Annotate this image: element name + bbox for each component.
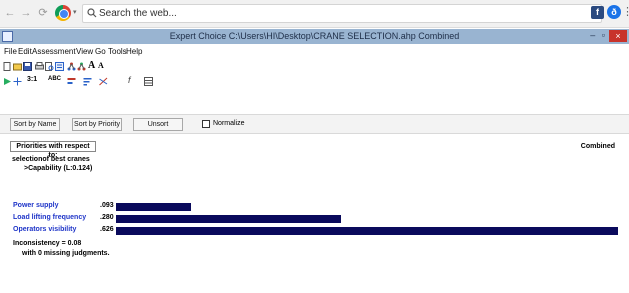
menu-assessment[interactable]: Assessment: [32, 47, 76, 56]
row-label: Load lifting frequency: [13, 214, 87, 221]
tree-icon[interactable]: [67, 62, 76, 71]
new-file-icon[interactable]: [3, 62, 12, 71]
close-button[interactable]: ×: [609, 30, 627, 42]
normalize-label: Normalize: [213, 120, 245, 127]
forward-icon[interactable]: →: [20, 7, 32, 19]
row-label: Power supply: [13, 202, 59, 209]
graphical-mode-icon[interactable]: [67, 77, 76, 86]
window-title-bar: Expert Choice C:\Users\HI\Desktop\CRANE …: [0, 29, 629, 44]
priority-bar: [116, 227, 618, 235]
search-icon: [87, 8, 97, 18]
print-preview-icon[interactable]: [45, 62, 54, 71]
flipboard-extension-icon[interactable]: f: [591, 6, 604, 19]
menu-bar: File Edit Assessment View Go Tools Help: [0, 45, 629, 58]
combined-label: Combined: [580, 143, 615, 150]
report-icon[interactable]: [55, 62, 64, 71]
address-bar[interactable]: Search the web...: [82, 4, 602, 23]
save-icon[interactable]: [23, 62, 32, 71]
move-icon[interactable]: [13, 77, 22, 86]
priorities-pane: Priorities with respect to: Combined sel…: [0, 134, 629, 293]
print-icon[interactable]: [35, 62, 44, 71]
window-title: Expert Choice C:\Users\HI\Desktop\CRANE …: [169, 31, 460, 41]
verbal-mode-icon[interactable]: ABC: [48, 76, 61, 85]
toolbar-views: 3:1 ABC f: [0, 75, 180, 89]
sort-by-priority-button[interactable]: Sort by Priority: [72, 118, 122, 131]
missing-judgments-label: with 0 missing judgments.: [22, 250, 110, 257]
minimize-maximize-buttons[interactable]: – ▫: [590, 30, 607, 40]
priority-bar: [116, 215, 341, 223]
browser-menu-icon[interactable]: ⋮: [622, 6, 629, 18]
grid-icon[interactable]: [144, 77, 153, 86]
open-folder-icon[interactable]: [13, 62, 22, 71]
hierarchy-icon[interactable]: [77, 62, 86, 71]
menu-edit[interactable]: Edit: [18, 47, 32, 56]
node-label: >Capability (L:0.124): [24, 165, 93, 172]
sensitivity-icon[interactable]: [99, 77, 108, 86]
row-label: Operators visibility: [13, 226, 77, 233]
goal-label: selectionof best cranes: [12, 156, 90, 163]
row-value: .626: [100, 226, 114, 233]
toolbar-standard: A A: [0, 60, 180, 74]
back-icon[interactable]: ←: [4, 7, 16, 19]
numerical-mode-icon[interactable]: 3:1: [27, 76, 39, 85]
priority-bar: [116, 203, 191, 211]
menu-go[interactable]: Go: [95, 47, 106, 56]
menu-view[interactable]: View: [76, 47, 93, 56]
search-placeholder: Search the web...: [99, 8, 177, 19]
browser-toolbar: ← → ⟳ ▾ Search the web... f ð ⋮: [0, 0, 629, 28]
sort-bar: Sort by Name Sort by Priority Unsort Nor…: [0, 114, 629, 134]
chrome-logo-icon[interactable]: [55, 5, 71, 21]
row-value: .093: [100, 202, 114, 209]
inconsistency-label: Inconsistency = 0.08: [13, 240, 82, 247]
reload-icon[interactable]: ⟳: [37, 7, 49, 19]
extension-icon[interactable]: ð: [607, 5, 621, 19]
row-value: .280: [100, 214, 114, 221]
priorities-header: Priorities with respect to:: [10, 141, 96, 159]
menu-file[interactable]: File: [4, 47, 17, 56]
formula-icon[interactable]: f: [128, 75, 137, 85]
chevron-down-icon[interactable]: ▾: [73, 8, 77, 16]
menu-help[interactable]: Help: [126, 47, 142, 56]
menu-tools[interactable]: Tools: [108, 47, 127, 56]
font-decrease-icon[interactable]: A: [98, 61, 107, 70]
font-increase-icon[interactable]: A: [88, 60, 97, 71]
sort-by-name-button[interactable]: Sort by Name: [10, 118, 60, 131]
priorities-bars-icon[interactable]: [83, 77, 92, 86]
unsort-button[interactable]: Unsort: [133, 118, 183, 131]
normalize-checkbox[interactable]: [202, 120, 210, 128]
navigate-icon[interactable]: [3, 77, 12, 86]
